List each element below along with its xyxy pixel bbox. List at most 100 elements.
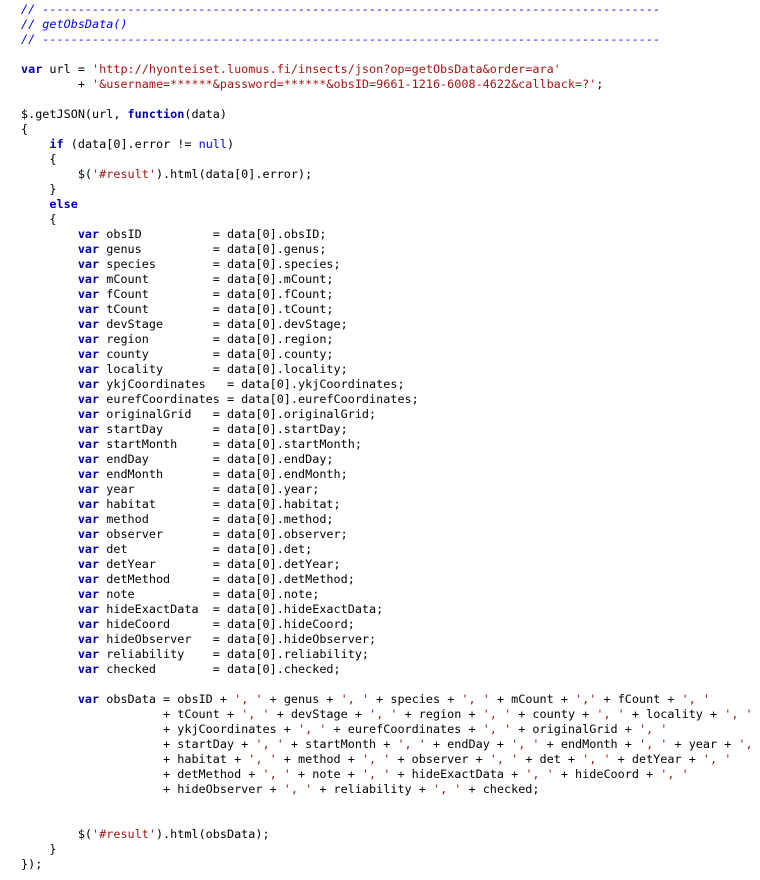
code-token-keyword: var [77, 377, 100, 391]
code-token-plain: + originalGrid + [511, 722, 639, 736]
code-token-string: ', ' [340, 692, 370, 706]
code-line: var hideObserver = data[0].hideObserver; [0, 632, 760, 647]
code-line: var eurefCoordinates = data[0].eurefCoor… [0, 392, 760, 407]
code-token-plain: ykjCoordinates = data[0].ykjCoordinates; [99, 377, 405, 391]
code-token-plain: + mCount + [489, 692, 576, 706]
code-token-keyword: var [77, 392, 100, 406]
code-token-plain: species = data[0].species; [99, 257, 341, 271]
code-token-plain: note = data[0].note; [99, 587, 320, 601]
code-token-plain: year = data[0].year; [99, 482, 320, 496]
code-token-plain: detYear = data[0].detYear; [99, 557, 341, 571]
code-token-plain: }); [21, 857, 43, 871]
code-token-string: ', ' [461, 692, 490, 706]
code-token-null: null [198, 137, 228, 151]
code-line: var hideCoord = data[0].hideCoord; [0, 617, 760, 632]
code-line: // -------------------------------------… [0, 32, 760, 47]
code-line: var detMethod = data[0].detMethod; [0, 572, 760, 587]
code-token-string: ', ' [738, 737, 760, 751]
code-token-plain: originalGrid = data[0].originalGrid; [99, 407, 377, 421]
code-token-string: ', ' [369, 707, 398, 721]
code-token-plain: + endMonth + [539, 737, 639, 751]
code-token-string: ', ' [596, 707, 625, 721]
code-token-plain: obsID = data[0].obsID; [99, 227, 327, 241]
code-editor[interactable]: // -------------------------------------… [0, 0, 760, 880]
code-line: + detMethod + ', ' + note + ', ' + hideE… [0, 767, 760, 782]
code-line: { [0, 212, 760, 227]
code-token-string: ', ' [724, 707, 753, 721]
code-token-string: '#result' [92, 167, 156, 181]
code-token-keyword: var [77, 557, 100, 571]
code-token-plain: detMethod = data[0].detMethod; [99, 572, 355, 586]
code-token-keyword: var [77, 617, 100, 631]
code-token-string: ',' [575, 692, 597, 706]
code-token-keyword: var [77, 692, 100, 706]
code-line: var region = data[0].region; [0, 332, 760, 347]
code-token-keyword: var [77, 482, 100, 496]
code-line: { [0, 152, 760, 167]
code-line: var observer = data[0].observer; [0, 527, 760, 542]
code-token-plain: + hideObserver + [21, 782, 284, 796]
code-line: var detYear = data[0].detYear; [0, 557, 760, 572]
code-token-keyword: var [77, 422, 100, 436]
code-token-plain: + checked; [461, 782, 540, 796]
code-token-plain: ; [596, 77, 604, 91]
code-token-keyword: else [49, 197, 78, 211]
code-line: else [0, 197, 760, 212]
code-token-string: ', ' [397, 737, 426, 751]
code-token-string: ', ' [262, 767, 291, 781]
code-token-keyword: var [77, 272, 100, 286]
code-line: var fCount = data[0].fCount; [0, 287, 760, 302]
code-token-string: ', ' [525, 767, 554, 781]
code-token-string: ', ' [660, 767, 689, 781]
code-token-string: 'http://hyonteiset.luomus.fi/insects/jso… [92, 62, 561, 76]
code-token-plain: method = data[0].method; [99, 512, 334, 526]
code-token-keyword: var [77, 587, 100, 601]
code-token-plain: region = data[0].region; [99, 332, 334, 346]
code-line: var tCount = data[0].tCount; [0, 302, 760, 317]
code-line: var reliability = data[0].reliability; [0, 647, 760, 662]
code-token-keyword: var [77, 497, 100, 511]
code-line: + '&username=******&password=******&obsI… [0, 77, 760, 92]
code-token-string: ', ' [361, 752, 391, 766]
code-token-plain: + year + [667, 737, 739, 751]
code-token-keyword: var [21, 62, 43, 76]
code-token-plain: + fCount + [596, 692, 682, 706]
code-token-plain: endMonth = data[0].endMonth; [99, 467, 348, 481]
code-token-plain: + species + [369, 692, 462, 706]
code-token-plain: url = [42, 62, 93, 76]
code-line: var startDay = data[0].startDay; [0, 422, 760, 437]
code-line: var mCount = data[0].mCount; [0, 272, 760, 287]
code-token-keyword: var [77, 632, 100, 646]
code-token-plain: ) [227, 137, 235, 151]
code-token-keyword: var [77, 227, 100, 241]
code-line: + ykjCoordinates + ', ' + eurefCoordinat… [0, 722, 760, 737]
code-token-plain: ).html(obsData); [155, 827, 270, 841]
code-line: } [0, 842, 760, 857]
code-line: // getObsData() [0, 17, 760, 32]
code-line: + hideObserver + ', ' + reliability + ',… [0, 782, 760, 797]
code-line: { [0, 122, 760, 137]
code-token-string: ', ' [482, 722, 512, 736]
code-line: var ykjCoordinates = data[0].ykjCoordina… [0, 377, 760, 392]
code-token-plain: mCount = data[0].mCount; [99, 272, 334, 286]
code-token-plain: genus = data[0].genus; [99, 242, 327, 256]
